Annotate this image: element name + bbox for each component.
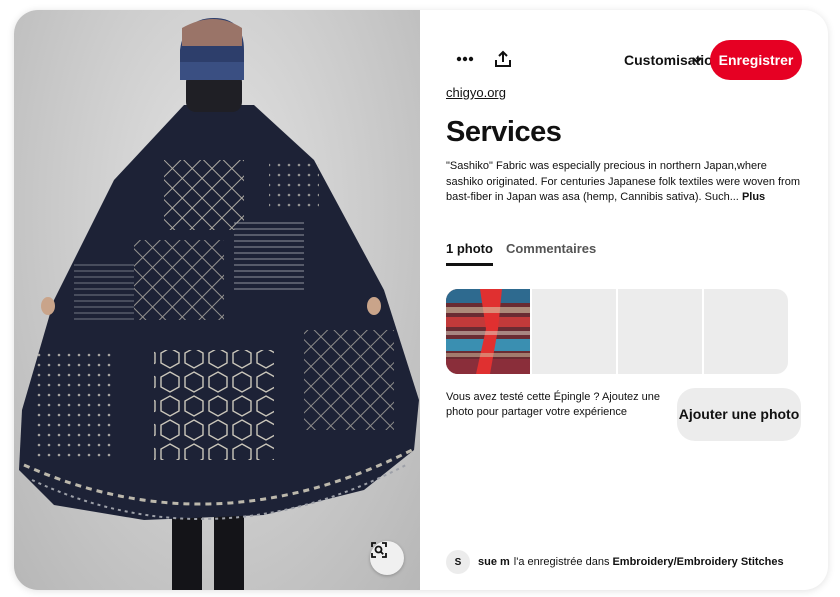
saved-text: l'a enregistrée dans: [513, 556, 610, 568]
more-link[interactable]: Plus: [742, 191, 765, 203]
board-link[interactable]: Embroidery/Embroidery Stitches: [612, 556, 783, 568]
textile-thumbnail-image: [446, 289, 530, 374]
empty-photo-slot: [618, 289, 702, 374]
customize-dropdown[interactable]: Customisation: [624, 42, 722, 78]
pin-description: "Sashiko" Fabric was especially precious…: [446, 159, 806, 206]
tab-photos[interactable]: 1 photo: [446, 241, 493, 266]
pin-details-pane: Customisation Enregistrer chigyo.org Ser…: [420, 10, 828, 590]
source-link[interactable]: chigyo.org: [446, 85, 506, 100]
tab-comments[interactable]: Commentaires: [506, 241, 596, 266]
chevron-down-icon: [692, 51, 702, 69]
saved-by-footer: S sue m l'a enregistrée dans Embroidery/…: [446, 550, 784, 574]
more-icon[interactable]: [448, 42, 482, 76]
tried-photos-strip: [446, 289, 788, 374]
pin-card: Customisation Enregistrer chigyo.org Ser…: [14, 10, 828, 590]
visual-search-icon[interactable]: [370, 541, 404, 575]
avatar[interactable]: S: [446, 550, 470, 574]
pin-tabs: 1 photo Commentaires: [446, 241, 609, 266]
user-name[interactable]: sue m: [478, 556, 510, 568]
empty-photo-slot: [532, 289, 616, 374]
pin-toolbar: Customisation Enregistrer: [446, 40, 802, 80]
save-button[interactable]: Enregistrer: [710, 40, 802, 80]
pin-image[interactable]: [14, 10, 420, 590]
customize-label: Customisation: [624, 51, 722, 68]
tried-prompt-text: Vous avez testé cette Épingle ? Ajoutez …: [446, 391, 661, 418]
pin-title: Services: [446, 116, 562, 148]
empty-photo-slot: [704, 289, 788, 374]
tried-photo-thumbnail[interactable]: [446, 289, 530, 374]
add-photo-button[interactable]: Ajouter une photo: [677, 388, 801, 441]
share-icon[interactable]: [486, 42, 520, 76]
sashiko-coat-photo: [19, 18, 419, 590]
